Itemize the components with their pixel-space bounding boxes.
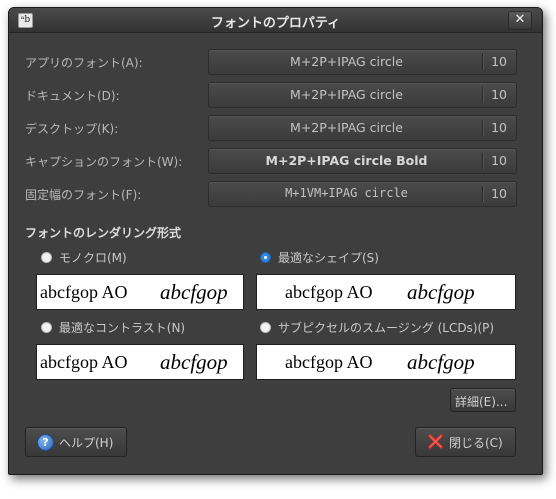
best-shape-radio[interactable] bbox=[260, 252, 271, 263]
monospace-font-size: 10 bbox=[491, 186, 507, 201]
close-icon: ✕ bbox=[514, 12, 526, 27]
monospace-font-button[interactable]: M+1VM+IPAG circle 10 bbox=[208, 181, 517, 207]
subpixel-smoothing-label[interactable]: サブピクセルのスムージング (LCDs)(P) bbox=[278, 319, 494, 336]
close-button-label: 閉じる(C) bbox=[449, 436, 503, 450]
document-font-button[interactable]: M+2P+IPAG circle 10 bbox=[208, 82, 517, 108]
best-contrast-radio[interactable] bbox=[41, 322, 52, 333]
preview-italic-text: abcfgop bbox=[160, 280, 228, 304]
app-font-size: 10 bbox=[491, 54, 507, 69]
subpixel-smoothing-radio[interactable] bbox=[260, 322, 271, 333]
app-font-label: アプリのフォント(A): bbox=[25, 56, 143, 70]
desktop-font-size: 10 bbox=[491, 120, 507, 135]
caption-font-size: 10 bbox=[491, 153, 507, 168]
monospace-font-name: M+1VM+IPAG circle bbox=[285, 186, 408, 200]
font-button-separator bbox=[482, 54, 484, 70]
document-font-label: ドキュメント(D): bbox=[25, 89, 120, 103]
font-button-separator bbox=[482, 153, 484, 169]
desktop-font-name: M+2P+IPAG circle bbox=[290, 120, 403, 135]
best-shape-preview[interactable]: abcfgop AO abcfgop bbox=[256, 274, 516, 310]
font-button-separator bbox=[482, 120, 484, 136]
best-shape-label[interactable]: 最適なシェイプ(S) bbox=[278, 249, 379, 266]
monospace-font-label: 固定幅のフォント(F): bbox=[25, 188, 142, 202]
preview-italic-text: abcfgop bbox=[407, 350, 475, 374]
font-button-separator bbox=[482, 186, 484, 202]
preview-plain-text: abcfgop AO bbox=[285, 282, 373, 302]
monochrome-preview[interactable]: abcfgop AO abcfgop bbox=[36, 274, 244, 310]
desktop-font-label: デスクトップ(K): bbox=[25, 122, 119, 136]
app-font-name: M+2P+IPAG circle bbox=[290, 54, 403, 69]
caption-font-label: キャプションのフォント(W): bbox=[25, 155, 183, 169]
app-font-button[interactable]: M+2P+IPAG circle 10 bbox=[208, 49, 517, 75]
document-font-name: M+2P+IPAG circle bbox=[290, 87, 403, 102]
details-button[interactable]: 詳細(E)... bbox=[450, 388, 516, 412]
close-icon bbox=[428, 434, 443, 449]
details-button-label: 詳細(E)... bbox=[455, 395, 508, 409]
help-icon: ? bbox=[37, 434, 54, 451]
monochrome-label[interactable]: モノクロ(M) bbox=[59, 249, 127, 266]
caption-font-button[interactable]: M+2P+IPAG circle Bold 10 bbox=[208, 148, 517, 174]
help-button-label: ヘルプ(H) bbox=[59, 436, 114, 450]
window-title: フォントのプロパティ bbox=[210, 16, 341, 31]
help-button[interactable]: ? ヘルプ(H) bbox=[25, 427, 127, 457]
font-button-separator bbox=[482, 87, 484, 103]
preview-italic-text: abcfgop bbox=[160, 350, 228, 374]
preview-italic-text: abcfgop bbox=[407, 280, 475, 304]
desktop-font-button[interactable]: M+2P+IPAG circle 10 bbox=[208, 115, 517, 141]
monochrome-radio[interactable] bbox=[41, 252, 52, 263]
title-bar[interactable]: ᵃb フォントのプロパティ ✕ bbox=[9, 8, 542, 33]
preview-plain-text: abcfgop AO bbox=[40, 282, 128, 302]
caption-font-name: M+2P+IPAG circle Bold bbox=[265, 153, 428, 168]
preview-plain-text: abcfgop AO bbox=[285, 352, 373, 372]
font-properties-dialog: ᵃb フォントのプロパティ ✕ アプリのフォント(A): M+2P+IPAG c… bbox=[8, 7, 543, 475]
document-font-size: 10 bbox=[491, 87, 507, 102]
rendering-section-title: フォントのレンダリング形式 bbox=[25, 226, 182, 240]
preview-plain-text: abcfgop AO bbox=[40, 352, 128, 372]
window-close-button[interactable]: ✕ bbox=[508, 11, 532, 30]
best-contrast-preview[interactable]: abcfgop AO abcfgop bbox=[36, 344, 244, 380]
subpixel-smoothing-preview[interactable]: abcfgop AO abcfgop bbox=[256, 344, 516, 380]
close-button[interactable]: 閉じる(C) bbox=[415, 427, 516, 457]
best-contrast-label[interactable]: 最適なコントラスト(N) bbox=[59, 319, 185, 336]
